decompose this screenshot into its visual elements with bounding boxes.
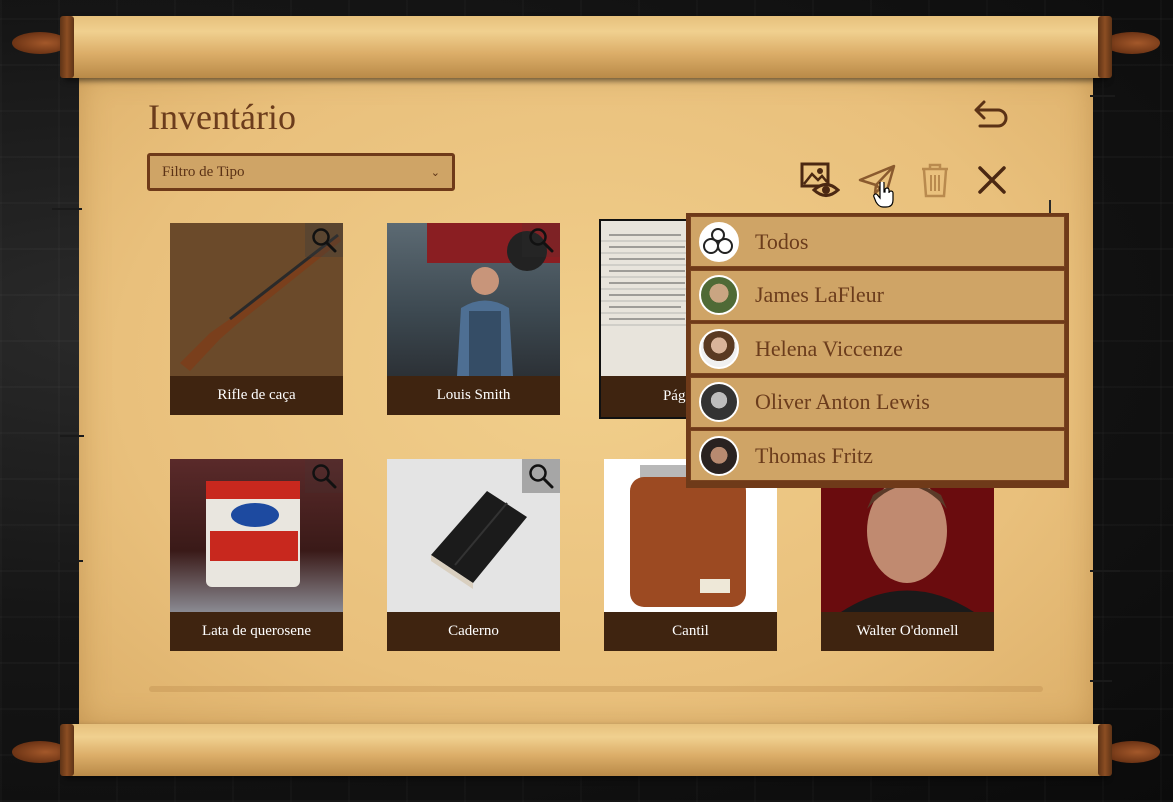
chevron-down-icon: ⌄ [430,166,440,179]
share-recipient-oliver-anton-lewis[interactable]: Oliver Anton Lewis [690,376,1065,428]
share-recipient-menu: Todos James LaFleur Helena Viccenze Oliv… [686,213,1069,488]
item-label: Walter O'donnell [821,612,994,651]
scroll-rod-bottom [60,724,1112,776]
mouse-pointer-hand-icon [873,180,895,208]
item-label: Rifle de caça [170,376,343,415]
parchment-tear [1090,570,1120,572]
zoom-button[interactable] [305,223,343,257]
avatar [699,275,739,315]
share-recipient-james-lafleur[interactable]: James LaFleur [690,269,1065,321]
avatar [699,435,739,476]
trash-icon [922,163,948,198]
recipient-name: Todos [755,228,809,254]
parchment-tear [60,435,84,437]
type-filter-select[interactable]: Filtro de Tipo ⌄ [147,153,455,191]
image-eye-icon [800,162,841,197]
parchment-tear [55,560,83,562]
recipient-name: Oliver Anton Lewis [755,389,930,414]
inventory-item-notebook[interactable]: Caderno [387,459,560,651]
recipient-name: James LaFleur [755,282,884,307]
zoom-button[interactable] [305,459,343,493]
parchment-tear [1090,95,1115,97]
item-label: Caderno [387,612,560,651]
close-button[interactable] [972,160,1012,200]
magnifier-icon [529,464,554,489]
scroll-knob [1104,741,1160,763]
scroll-knob [1104,32,1160,54]
magnifier-icon [529,228,554,253]
zoom-button[interactable] [522,459,560,493]
scroll-rod-top [60,16,1112,78]
inventory-item-louis-smith[interactable]: Louis Smith [387,223,560,415]
menu-pointer [1049,200,1051,213]
close-icon [978,166,1006,194]
delete-button[interactable] [915,160,955,200]
avatar [699,382,739,422]
view-image-button[interactable] [800,160,841,200]
undo-arrow-icon [974,100,1008,128]
share-recipient-helena-viccenze[interactable]: Helena Viccenze [690,323,1065,374]
item-label: Louis Smith [387,376,560,415]
recipient-name: Helena Viccenze [755,335,903,361]
magnifier-icon [312,228,337,253]
share-recipient-thomas-fritz[interactable]: Thomas Fritz [690,430,1065,481]
avatar [699,328,739,369]
item-label: Cantil [604,612,777,651]
page-title: Inventário [148,97,296,137]
type-filter-value: Filtro de Tipo [162,163,245,180]
zoom-button[interactable] [522,223,560,257]
inventory-item-rifle[interactable]: Rifle de caça [170,223,343,415]
recipient-name: Thomas Fritz [755,442,873,468]
back-button[interactable] [972,98,1012,134]
parchment-tear [52,208,82,210]
share-recipient-all[interactable]: Todos [690,216,1065,267]
parchment-tear [1090,680,1112,682]
magnifier-icon [312,464,337,489]
group-avatar-icon [699,221,739,262]
inventory-item-kerosene-can[interactable]: Lata de querosene [170,459,343,651]
item-label: Lata de querosene [170,612,343,651]
